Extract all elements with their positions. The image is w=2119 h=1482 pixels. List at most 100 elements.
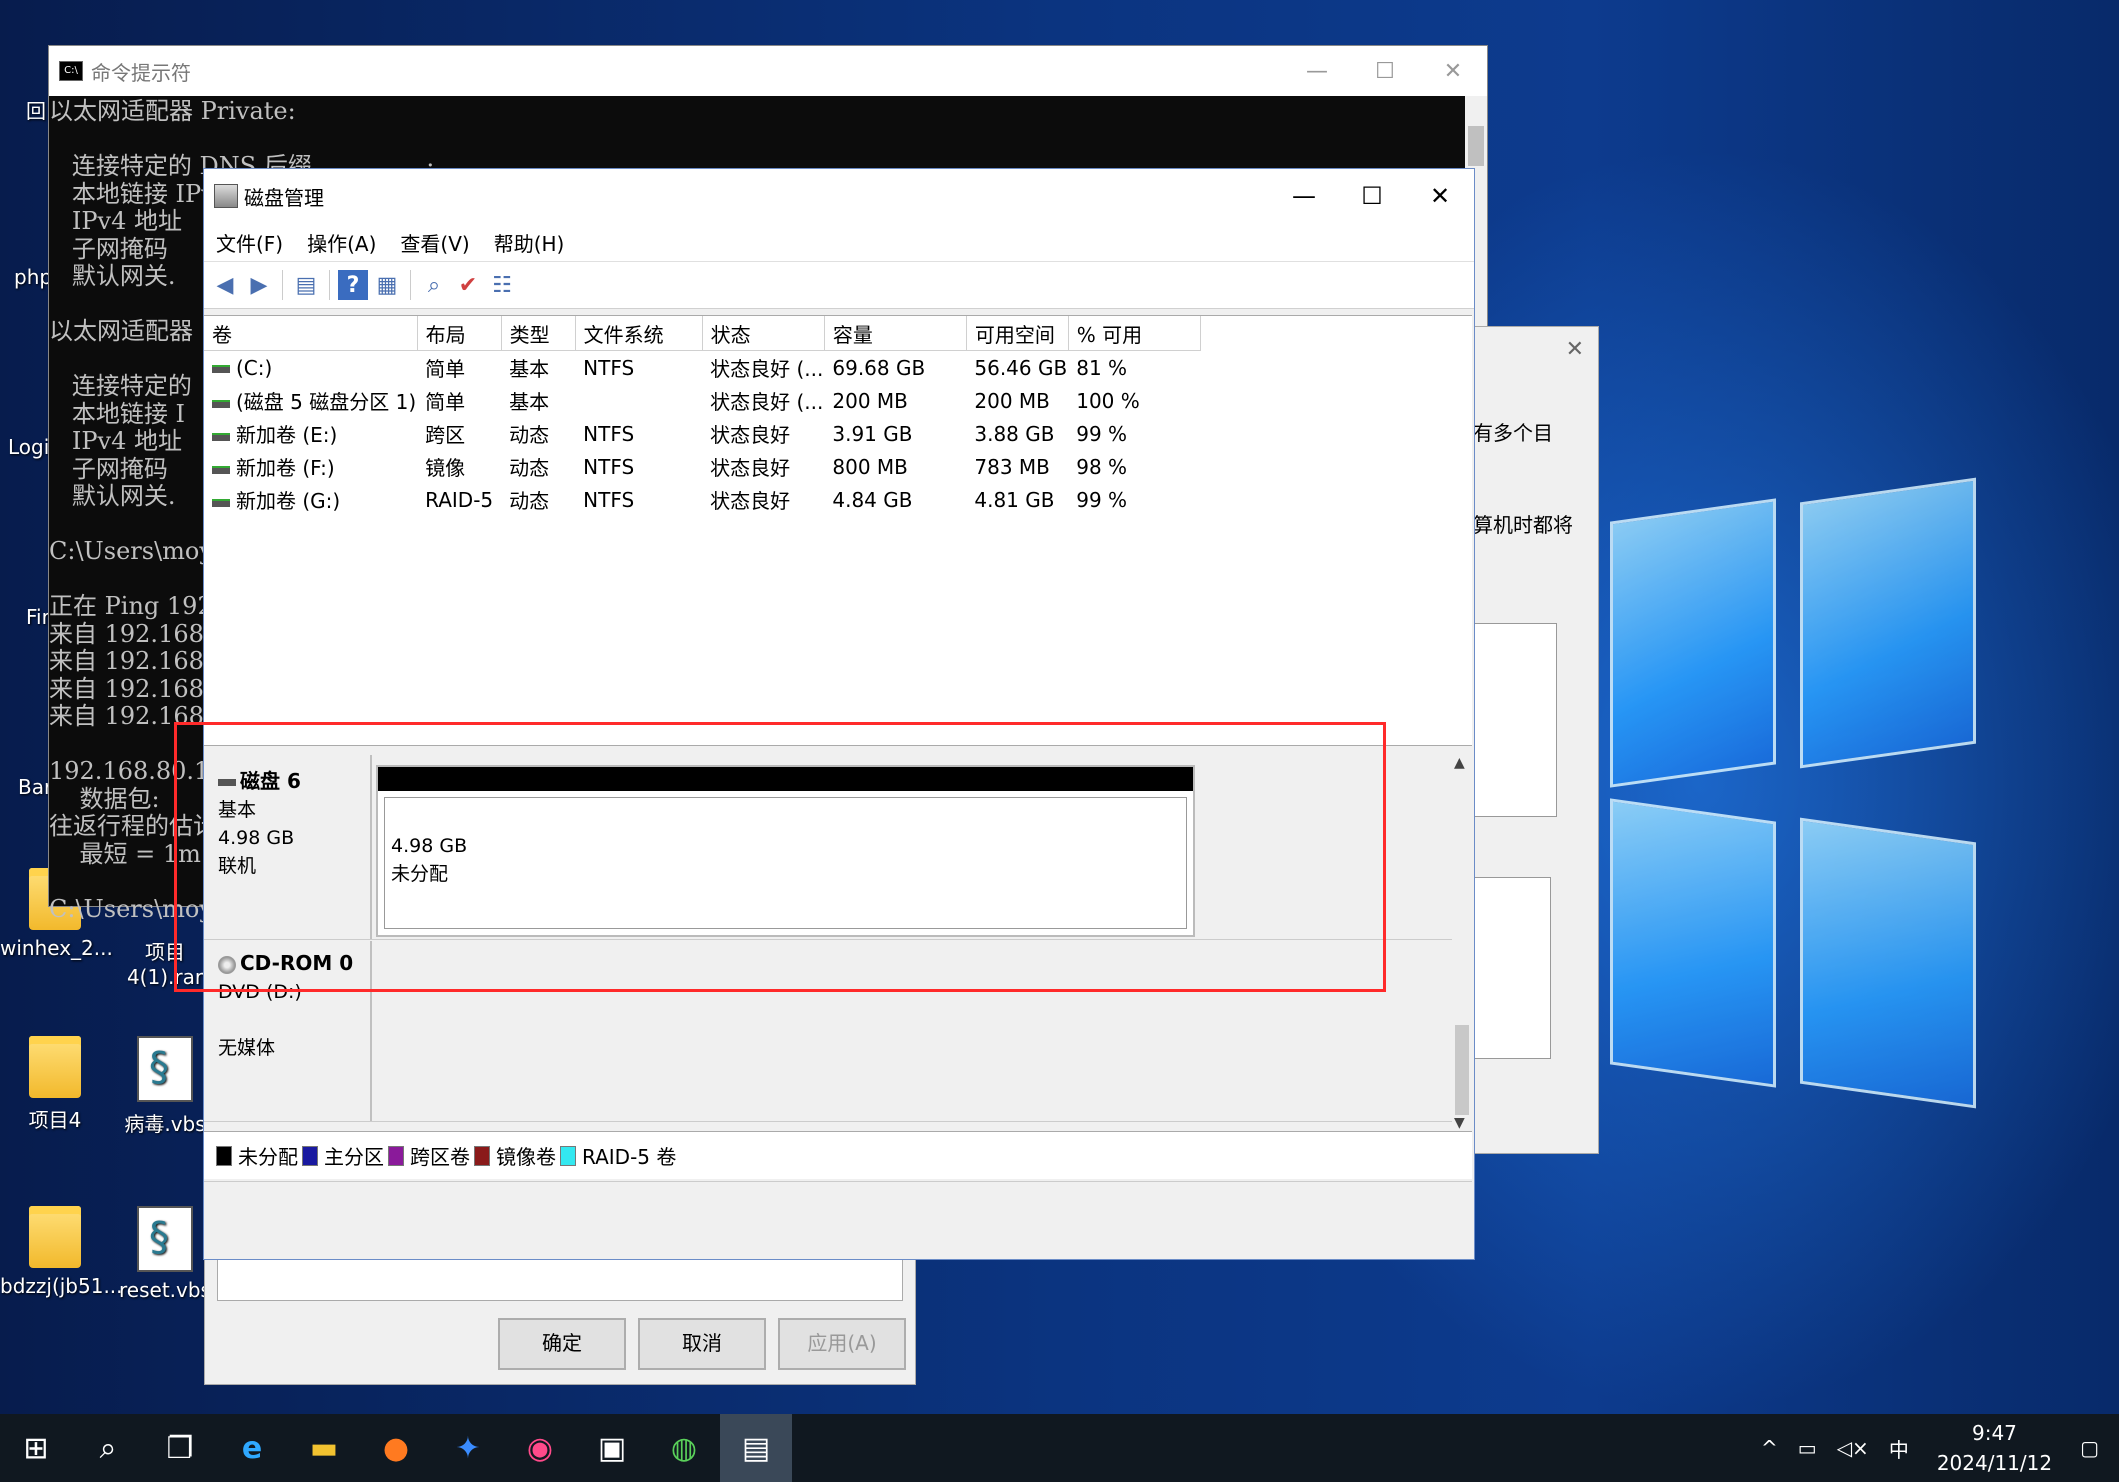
table-cell: 81 %: [1076, 355, 1128, 380]
graphical-view-scrollbar[interactable]: ▲ ▼: [1452, 755, 1472, 1131]
disk-row[interactable]: 磁盘 6 基本 4.98 GB 联机 4.98 GB 未分配: [204, 755, 1452, 940]
cdrom-info[interactable]: CD-ROM 0 DVD (D:) 无媒体: [204, 941, 372, 1121]
legend-label: 跨区卷: [410, 1145, 470, 1169]
maximize-icon[interactable]: ☐: [1351, 59, 1419, 84]
ime-indicator[interactable]: 中: [1889, 1434, 1909, 1463]
search-icon[interactable]: ⌕: [72, 1414, 144, 1482]
properties-icon[interactable]: ▦: [372, 270, 402, 300]
col-free-space[interactable]: 可用空间: [966, 316, 1069, 351]
connect-icon[interactable]: ⌕: [419, 270, 449, 300]
desktop-icon-bdzzj[interactable]: bdzzj(jb51...: [0, 1206, 123, 1298]
toolbar: ◀ ▶ ▤ ? ▦ ⌕ ✔ ☷: [204, 262, 1474, 309]
disk-info[interactable]: 磁盘 6 基本 4.98 GB 联机: [204, 755, 372, 939]
table-cell: 基本: [509, 390, 550, 414]
volume-list[interactable]: 卷 布局 类型 文件系统 状态 容量 可用空间 % 可用 (C:) 简单 基本 NTF…: [204, 315, 1472, 746]
table-cell: NTFS: [583, 454, 635, 479]
col-capacity[interactable]: 容量: [824, 316, 967, 351]
close-icon[interactable]: ✕: [1566, 337, 1584, 362]
chevron-up-icon[interactable]: ^: [1761, 1436, 1778, 1460]
ok-button[interactable]: 确定: [498, 1318, 626, 1370]
cdrom-icon: [218, 955, 236, 974]
cmd-title: 命令提示符: [91, 60, 191, 85]
table-row[interactable]: 新加卷 (E:) 跨区 动态 NTFS 状态良好 3.91 GB 3.88 GB 99 %: [204, 417, 1200, 450]
partition-size: 4.98 GB: [391, 835, 468, 857]
disk-management-window[interactable]: 磁盘管理 — ☐ ✕ 文件(F) 操作(A) 查看(V) 帮助(H) ◀ ▶ ▤…: [203, 168, 1475, 1260]
legend-swatch: [216, 1145, 232, 1166]
start-icon[interactable]: ⊞: [0, 1414, 72, 1482]
volume-icon: [212, 432, 230, 441]
table-row[interactable]: 新加卷 (F:) 镜像 动态 NTFS 状态良好 800 MB 783 MB 98 %: [204, 450, 1200, 483]
legend-label: RAID-5 卷: [582, 1145, 677, 1169]
ie-icon[interactable]: e: [216, 1414, 288, 1482]
legend-label: 未分配: [238, 1145, 298, 1169]
network-icon[interactable]: ◍: [648, 1414, 720, 1482]
table-cell: 100 %: [1076, 388, 1140, 413]
cdrom-row[interactable]: CD-ROM 0 DVD (D:) 无媒体: [204, 941, 1452, 1122]
table-cell: 99 %: [1076, 487, 1128, 512]
menu-action[interactable]: 操作(A): [295, 228, 388, 257]
col-volume[interactable]: 卷: [204, 316, 418, 351]
clock[interactable]: 9:47 2024/11/12: [1937, 1418, 2052, 1478]
apply-button[interactable]: 应用(A): [778, 1318, 906, 1370]
table-cell: RAID-5: [425, 487, 494, 512]
table-cell: 动态: [509, 456, 550, 480]
col-type[interactable]: 类型: [501, 316, 576, 351]
desktop-icon-label: winhex_2...: [0, 936, 113, 960]
disk-management-icon[interactable]: ▤: [720, 1414, 792, 1482]
table-cell: 69.68 GB: [832, 355, 926, 380]
desktop-icon-project4[interactable]: 项目4: [0, 1036, 110, 1133]
close-icon[interactable]: ✕: [1406, 182, 1474, 210]
table-row[interactable]: (磁盘 5 磁盘分区 1) 简单 基本 状态良好 (... 200 MB 200 MB 10…: [204, 384, 1200, 417]
cancel-button[interactable]: 取消: [638, 1318, 766, 1370]
col-status[interactable]: 状态: [702, 316, 825, 351]
settings-icon[interactable]: ☷: [487, 270, 517, 300]
minimize-icon[interactable]: —: [1270, 182, 1338, 210]
clock-date: 2024/11/12: [1936, 1451, 2053, 1475]
menu-help[interactable]: 帮助(H): [482, 228, 577, 257]
col-filesystem[interactable]: 文件系统: [575, 316, 703, 351]
chrome-icon[interactable]: ◉: [504, 1414, 576, 1482]
table-cell: 4.81 GB: [974, 487, 1055, 512]
cmd-line: [49, 126, 1487, 154]
background-dialog[interactable]: ✕ 有多个目 算机时都将: [1472, 326, 1599, 1154]
scroll-up-icon[interactable]: ▲: [1454, 755, 1465, 771]
table-row[interactable]: 新加卷 (G:) RAID-5 动态 NTFS 状态良好 4.84 GB 4.81 GB 99…: [204, 483, 1200, 516]
forward-icon[interactable]: ▶: [244, 270, 274, 300]
table-row[interactable]: (C:) 简单 基本 NTFS 状态良好 (... 69.68 GB 56.46 GB 81 …: [204, 351, 1200, 385]
dialog-field: [217, 1256, 903, 1301]
table-cell: 200 MB: [832, 388, 908, 413]
col-layout[interactable]: 布局: [417, 316, 502, 351]
close-icon[interactable]: ✕: [1419, 59, 1487, 84]
dm-titlebar[interactable]: 磁盘管理 — ☐ ✕: [204, 169, 1474, 223]
help-icon[interactable]: ?: [338, 270, 368, 300]
volume-icon: [212, 399, 230, 408]
scroll-down-icon[interactable]: ▼: [1454, 1115, 1465, 1131]
col-percent-free[interactable]: % 可用: [1068, 316, 1201, 351]
explorer-icon[interactable]: ▬: [288, 1414, 360, 1482]
menu-file[interactable]: 文件(F): [204, 228, 295, 257]
dialog-text: 算机时都将: [1473, 513, 1573, 537]
table-cell: (磁盘 5 磁盘分区 1): [204, 384, 417, 417]
task-view-icon[interactable]: ❐: [144, 1414, 216, 1482]
unallocated-partition[interactable]: 4.98 GB 未分配: [376, 765, 1195, 937]
minimize-icon[interactable]: —: [1283, 59, 1351, 84]
back-icon[interactable]: ◀: [210, 270, 240, 300]
dialog-list[interactable]: [1473, 623, 1557, 817]
network-tray-icon[interactable]: ▭: [1798, 1436, 1817, 1460]
notification-icon[interactable]: ▢: [2080, 1436, 2099, 1460]
script-icon: [137, 1206, 193, 1272]
maximize-icon[interactable]: ☐: [1338, 182, 1406, 210]
table-cell: 状态良好 (...: [710, 357, 824, 381]
menu-view[interactable]: 查看(V): [388, 228, 481, 257]
check-icon[interactable]: ✔: [453, 270, 483, 300]
volume-muted-icon[interactable]: ◁×: [1837, 1436, 1869, 1460]
clock-time: 9:47: [1971, 1421, 2017, 1445]
cmd-icon[interactable]: ▣: [576, 1414, 648, 1482]
disk-type: 基本: [218, 799, 257, 821]
console-tree-icon[interactable]: ▤: [291, 270, 321, 300]
volume-icon: [212, 498, 230, 507]
app-icon[interactable]: ✦: [432, 1414, 504, 1482]
cmd-titlebar[interactable]: C:\ 命令提示符 — ☐ ✕: [49, 46, 1487, 96]
firefox-icon[interactable]: ●: [360, 1414, 432, 1482]
table-cell: 基本: [509, 357, 550, 381]
